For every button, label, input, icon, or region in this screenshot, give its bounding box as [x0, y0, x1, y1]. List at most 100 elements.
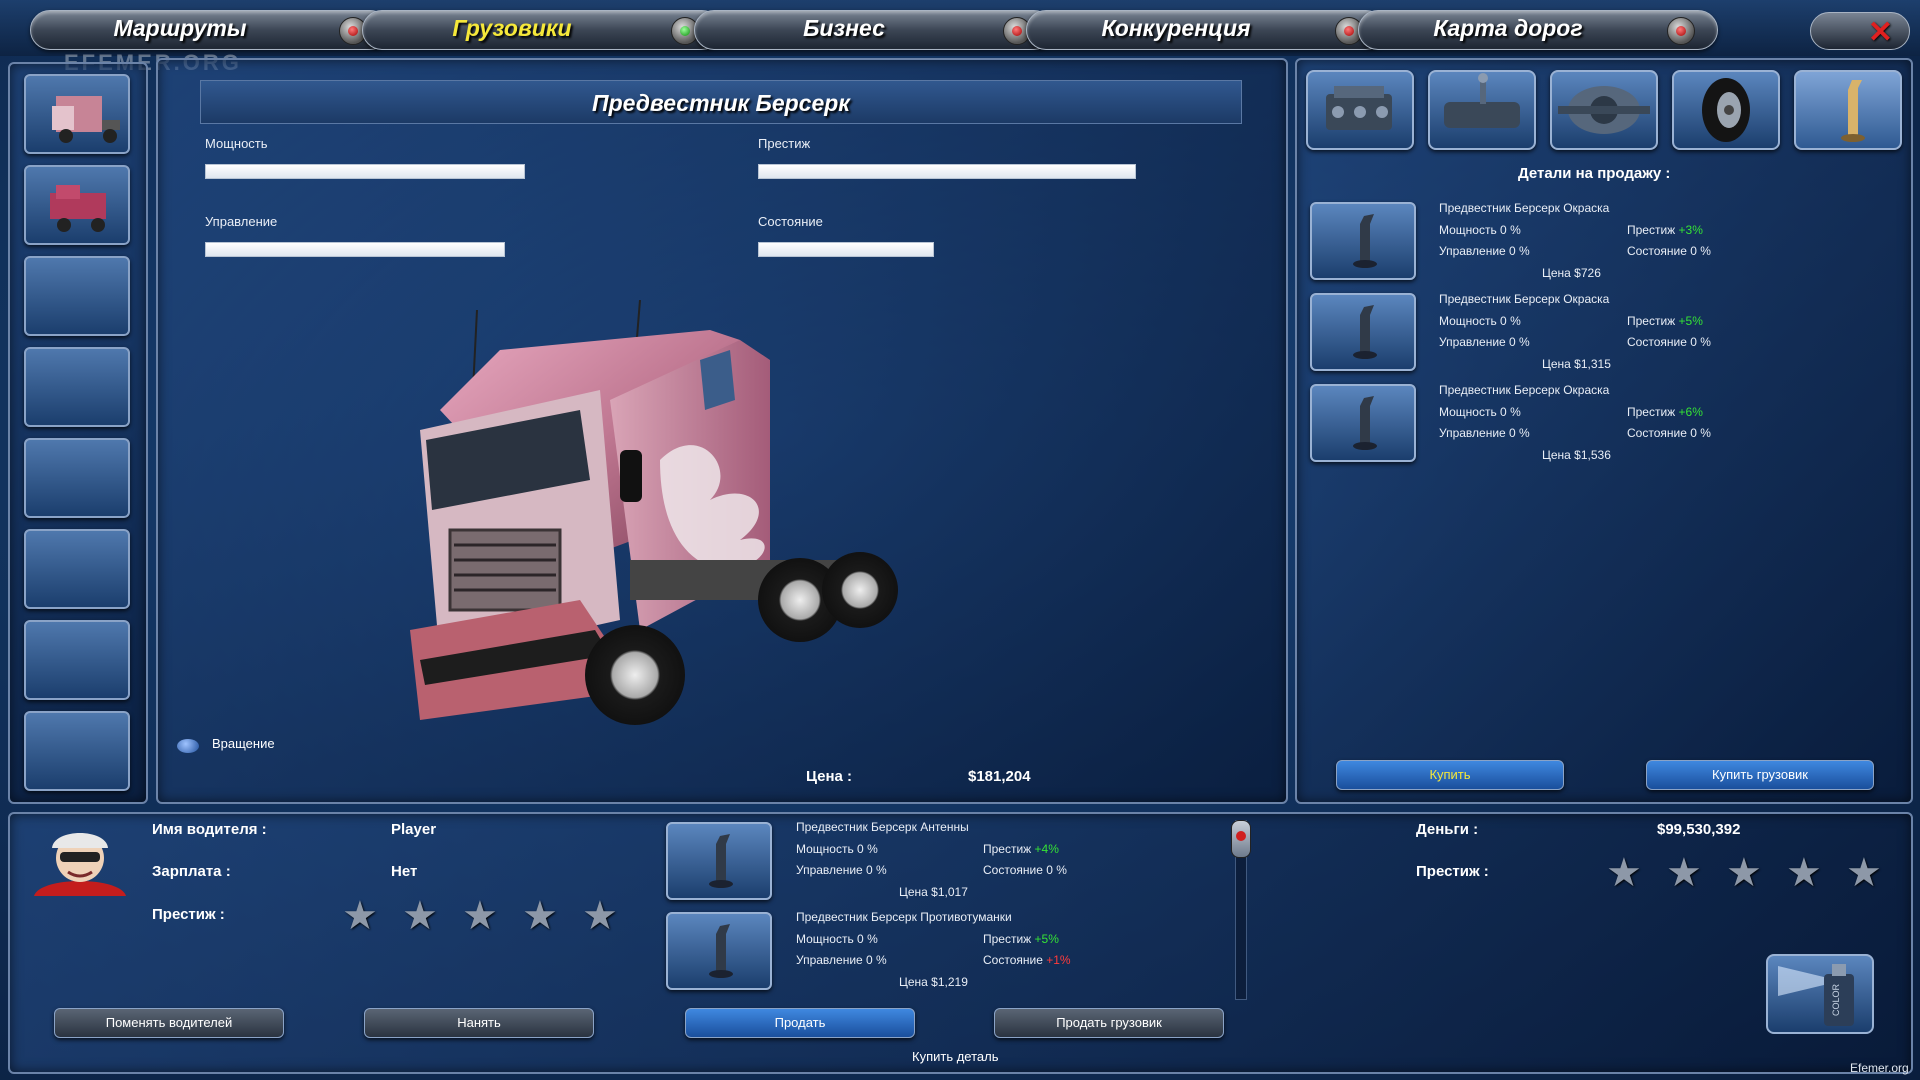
truck-thumbnail-icon: [50, 185, 106, 232]
tab-business[interactable]: Бизнес: [694, 10, 1054, 50]
prestige-bar: [758, 164, 1136, 179]
buy-truck-button[interactable]: Купить грузовик: [1646, 760, 1874, 790]
installed-part-1-name: Предвестник Берсерк Антенны: [796, 820, 969, 834]
sell-truck-button[interactable]: Продать грузовик: [994, 1008, 1224, 1038]
shop-part-3-condition: Состояние 0 %: [1627, 426, 1711, 440]
shop-part-3-thumbnail[interactable]: [1310, 384, 1416, 462]
shop-part-3-prestige-label: Престиж: [1627, 405, 1676, 419]
condition-bar: [758, 242, 934, 257]
driver-salary-label: Зарплата :: [152, 863, 231, 880]
installed-part-1-condition: Состояние 0 %: [983, 863, 1067, 877]
hire-button-label: Нанять: [457, 1015, 501, 1030]
garage-slot-8[interactable]: [24, 711, 130, 791]
change-drivers-button-label: Поменять водителей: [105, 1015, 233, 1030]
parts-for-sale-title: Детали на продажу :: [1518, 165, 1671, 182]
driver-name-label: Имя водителя :: [152, 821, 267, 838]
driver-prestige-star-icon: ★: [342, 894, 378, 938]
installed-part-2-thumbnail[interactable]: [666, 912, 772, 990]
shop-part-2-prestige-value: +5%: [1678, 314, 1703, 328]
condition-label: Состояние: [758, 214, 823, 229]
shop-part-3-prestige: Престиж +6%: [1627, 405, 1703, 419]
shop-part-1-prestige-value: +3%: [1678, 223, 1703, 237]
category-exhaust[interactable]: [1794, 70, 1902, 150]
category-engine[interactable]: [1306, 70, 1414, 150]
paint-shop-button[interactable]: COLOR: [1766, 954, 1874, 1034]
garage-slot-4[interactable]: [24, 347, 130, 427]
driver-name-value: Player: [391, 821, 437, 838]
exhaust-pipe-icon: [1353, 305, 1377, 359]
tab-competition[interactable]: Конкуренция: [1026, 10, 1386, 50]
garage-slot-list: [8, 62, 148, 804]
installed-part-2-condition: Состояние +1%: [983, 953, 1071, 967]
tire-icon: [1702, 78, 1750, 142]
change-drivers-button[interactable]: Поменять водителей: [54, 1008, 284, 1038]
garage-slot-7[interactable]: [24, 620, 130, 700]
buy-part-hint: Купить деталь: [912, 1049, 999, 1064]
tab-trucks-label: Грузовики: [452, 15, 572, 41]
category-chassis[interactable]: [1550, 70, 1658, 150]
tab-road-map[interactable]: Карта дорог: [1358, 10, 1718, 50]
shop-part-1-power: Мощность 0 %: [1439, 223, 1521, 237]
spray-can-icon: COLOR: [1778, 964, 1854, 1026]
company-prestige-star-icon: ★: [1846, 851, 1882, 895]
site-tag: Efemer.org: [1850, 1061, 1909, 1075]
shop-part-3-price: Цена $1,536: [1542, 448, 1611, 462]
garage-slot-6[interactable]: [24, 529, 130, 609]
installed-part-1-thumbnail[interactable]: [666, 822, 772, 900]
installed-part-1-prestige: Престиж +4%: [983, 842, 1059, 856]
tab-competition-label: Конкуренция: [1101, 15, 1251, 41]
buy-part-button[interactable]: Купить: [1336, 760, 1564, 790]
shop-part-2-thumbnail[interactable]: [1310, 293, 1416, 371]
company-prestige-star-icon: ★: [1666, 851, 1702, 895]
sell-truck-button-label: Продать грузовик: [1056, 1015, 1162, 1030]
indicator-light-icon: [1667, 17, 1695, 45]
top-navigation: Маршруты Грузовики Бизнес Конкуренция Ка…: [0, 0, 1920, 56]
shop-part-1-name: Предвестник Берсерк Окраска: [1439, 201, 1610, 215]
driver-prestige-star-icon: ★: [462, 894, 498, 938]
company-prestige-star-icon: ★: [1786, 851, 1822, 895]
shop-part-2-power: Мощность 0 %: [1439, 314, 1521, 328]
installed-part-1-handling: Управление 0 %: [796, 863, 887, 877]
shop-part-1-prestige-label: Престиж: [1627, 223, 1676, 237]
rotate-toggle[interactable]: [177, 739, 199, 753]
truck-thumbnail-icon: [52, 96, 120, 143]
close-icon: ✕: [1867, 16, 1893, 49]
money-value: $99,530,392: [1657, 821, 1741, 838]
tab-road-map-label: Карта дорог: [1433, 15, 1583, 41]
close-button[interactable]: ✕: [1810, 12, 1910, 50]
shop-part-1-handling: Управление 0 %: [1439, 244, 1530, 258]
installed-part-1-prestige-value: +4%: [1034, 842, 1059, 856]
exhaust-icon: [1841, 80, 1865, 142]
chassis-icon: [1558, 86, 1650, 134]
shop-part-1-thumbnail[interactable]: [1310, 202, 1416, 280]
installed-part-1-prestige-label: Престиж: [983, 842, 1032, 856]
installed-part-2-condition-label: Состояние: [983, 953, 1043, 967]
installed-part-2-prestige-label: Престиж: [983, 932, 1032, 946]
installed-part-2-condition-value: +1%: [1046, 953, 1071, 967]
category-tires[interactable]: [1672, 70, 1780, 150]
exhaust-pipe-icon: [1353, 214, 1377, 268]
garage-slot-2[interactable]: [24, 165, 130, 245]
garage-slot-1[interactable]: [24, 74, 130, 154]
sell-part-button[interactable]: Продать: [685, 1008, 915, 1038]
driver-prestige-star-icon: ★: [402, 894, 438, 938]
shop-part-2-handling: Управление 0 %: [1439, 335, 1530, 349]
shop-part-3-name: Предвестник Берсерк Окраска: [1439, 383, 1610, 397]
handling-label: Управление: [205, 214, 278, 229]
driver-prestige-star-icon: ★: [582, 894, 618, 938]
garage-slot-3[interactable]: [24, 256, 130, 336]
driver-avatar: [34, 833, 126, 896]
handling-bar: [205, 242, 505, 257]
truck-3d-model[interactable]: [380, 300, 940, 750]
installed-part-1-price: Цена $1,017: [899, 885, 968, 899]
category-transmission[interactable]: [1428, 70, 1536, 150]
hire-button[interactable]: Нанять: [364, 1008, 594, 1038]
garage-slot-5[interactable]: [24, 438, 130, 518]
scrollbar-thumb[interactable]: [1231, 820, 1251, 858]
installed-part-1-power: Мощность 0 %: [796, 842, 878, 856]
shop-part-1-condition: Состояние 0 %: [1627, 244, 1711, 258]
shop-part-2-prestige-label: Престиж: [1627, 314, 1676, 328]
tab-routes[interactable]: Маршруты: [30, 10, 390, 50]
spray-can-label: COLOR: [1831, 983, 1841, 1016]
tab-trucks[interactable]: Грузовики: [362, 10, 722, 50]
